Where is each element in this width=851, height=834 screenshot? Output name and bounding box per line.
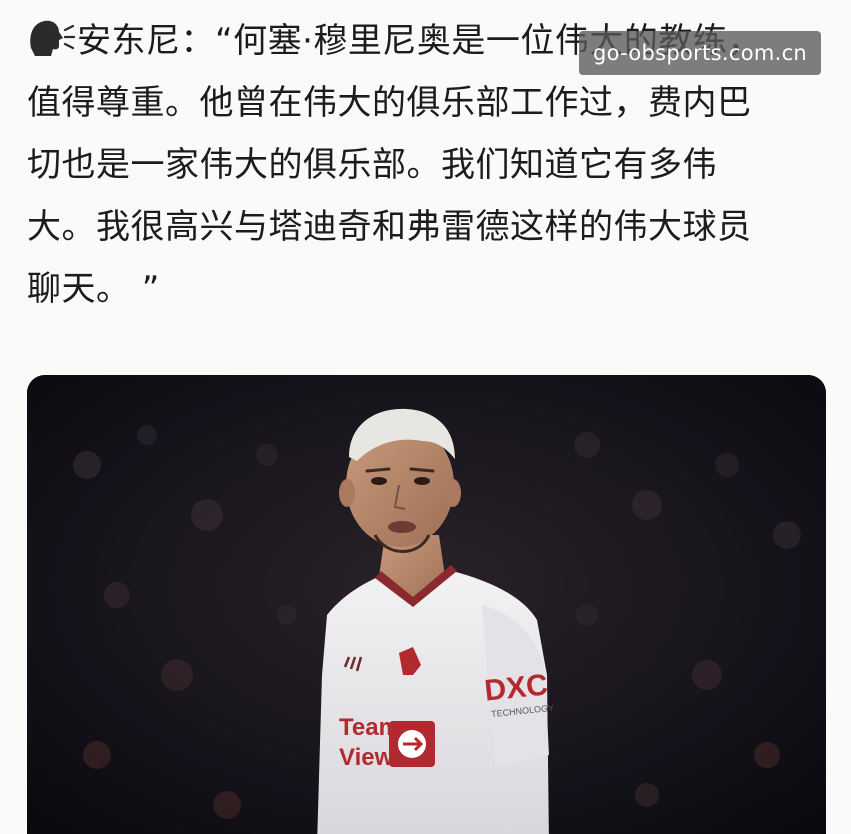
player-photo[interactable]: DXC TECHNOLOGY Team Viewer: [27, 375, 826, 834]
site-watermark: go-obsports.com.cn: [579, 31, 821, 75]
post-line-5: 聊天。 ”: [27, 269, 160, 309]
post-line-3: 切也是一家伟大的俱乐部。我们知道它有多伟: [27, 145, 717, 185]
post-line-4: 大。我很高兴与塔迪奇和弗雷德这样的伟大球员: [27, 207, 752, 247]
speaking-head-icon: [30, 20, 75, 57]
player-photo-illustration: DXC TECHNOLOGY Team Viewer: [27, 375, 826, 834]
post-line-2: 值得尊重。他曾在伟大的俱乐部工作过，费内巴: [27, 83, 752, 123]
sleeve-sponsor-text: DXC: [483, 668, 549, 707]
